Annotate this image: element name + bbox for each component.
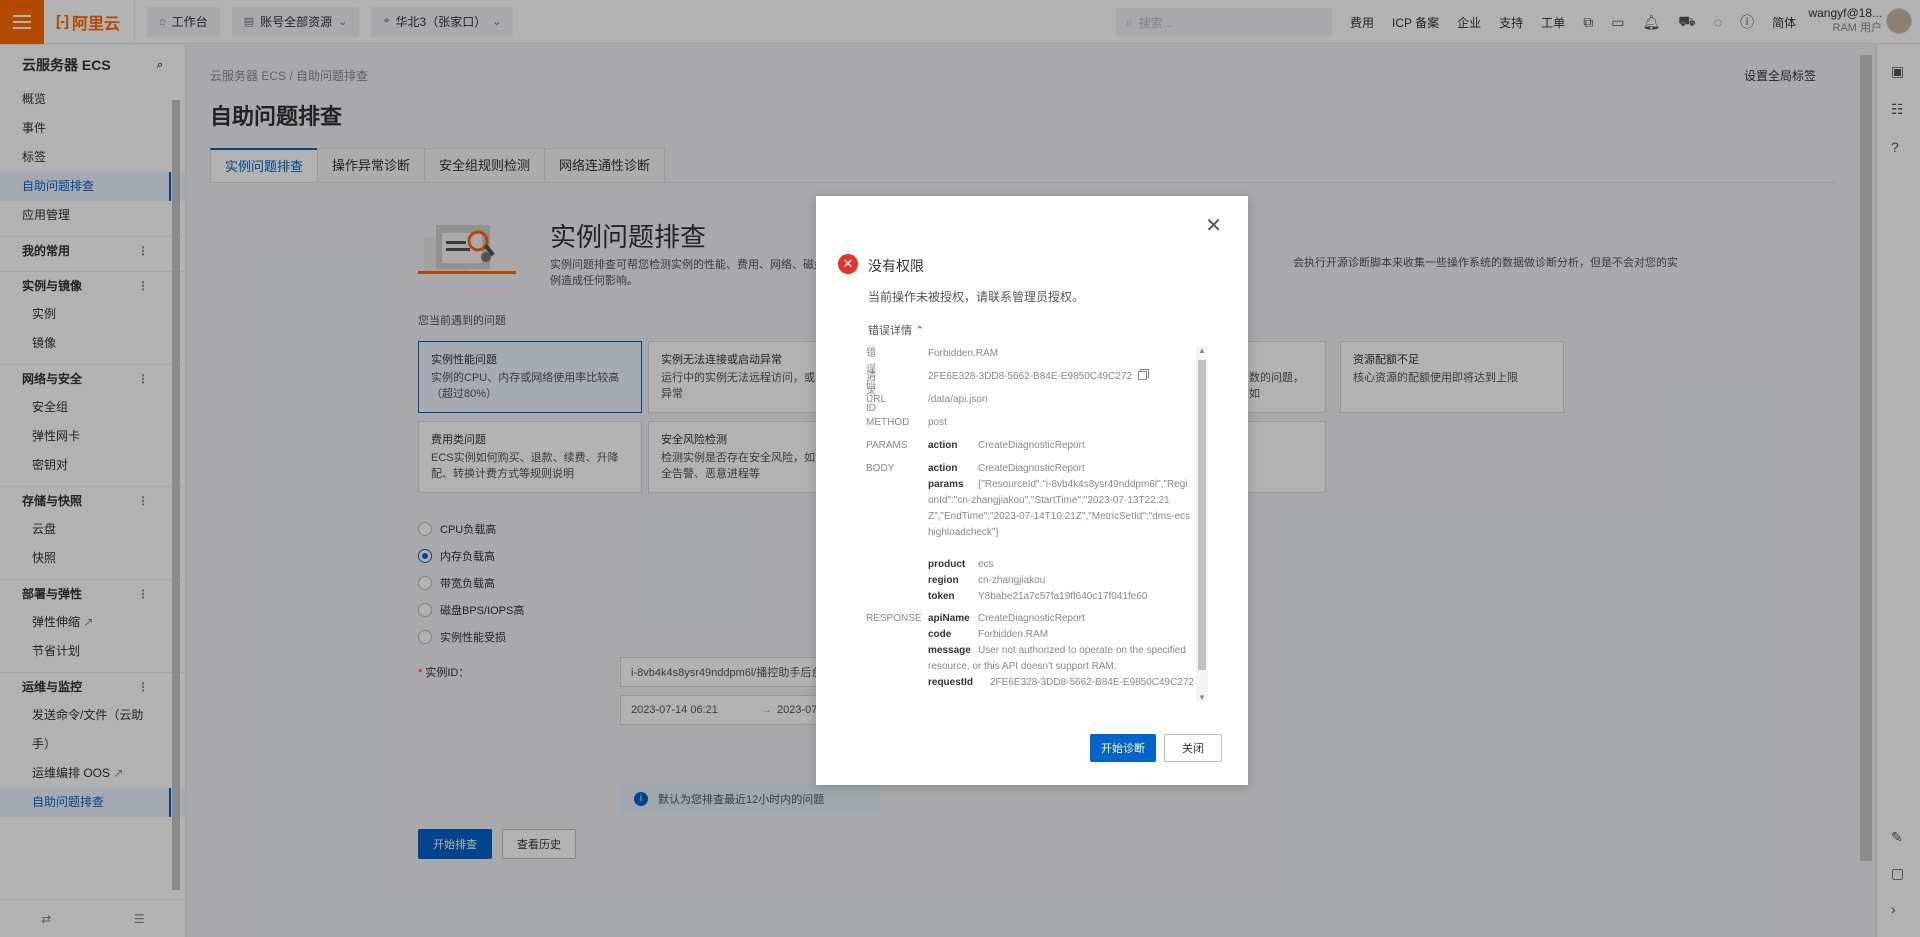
- response-value: 2FE6E328-3DD8-5662-B84E-E9850C49C272: [990, 677, 1195, 688]
- copy-icon[interactable]: [1138, 371, 1148, 380]
- body-key: region: [928, 575, 959, 586]
- param-key: action: [928, 440, 958, 451]
- body-key: action: [928, 463, 958, 474]
- response-key: requestId: [928, 677, 974, 688]
- label-url: URL: [866, 394, 887, 405]
- label-body: BODY: [866, 463, 895, 474]
- url-value: /data/api.json: [928, 394, 988, 405]
- body-params-value: {"ResourceId":"i-8vb4k4s8ysr49nddpm6l","…: [928, 479, 1191, 538]
- scroll-up-icon[interactable]: ▲: [1198, 346, 1206, 355]
- error-detail-toggle[interactable]: 错误详情 ⌃: [868, 322, 924, 338]
- response-message-value: User not authorized to operate on the sp…: [928, 645, 1186, 672]
- body-value: cn-zhangjiakou: [978, 575, 1046, 586]
- body-key: token: [928, 591, 955, 602]
- response-value: CreateDiagnosticReport: [978, 613, 1085, 624]
- method-value: post: [928, 417, 947, 428]
- detail-scrollbar[interactable]: ▲ ▼: [1196, 346, 1208, 702]
- chevron-up-icon: ⌃: [915, 325, 925, 337]
- label-method: METHOD: [866, 417, 910, 428]
- dialog-close-button[interactable]: 关闭: [1164, 734, 1222, 762]
- body-key: product: [928, 559, 966, 570]
- response-key: code: [928, 629, 952, 640]
- error-code: Forbidden.RAM: [928, 348, 999, 359]
- close-icon[interactable]: ✕: [1205, 216, 1222, 236]
- param-value: CreateDiagnosticReport: [978, 440, 1085, 451]
- label-params: PARAMS: [866, 440, 908, 451]
- error-detail-panel: 错误码 Forbidden.RAM 请求 ID 2FE6E328-3DD8-56…: [866, 346, 1210, 702]
- start-diagnosis-button[interactable]: 开始诊断: [1090, 734, 1156, 762]
- body-value: Y8babe21a7c57fa19ff640c17f041fe60: [978, 591, 1148, 602]
- body-value: CreateDiagnosticReport: [978, 463, 1085, 474]
- request-id-value: 2FE6E328-3DD8-5662-B84E-E9850C49C272: [928, 369, 1188, 385]
- body-value: ecs: [978, 559, 994, 570]
- response-key: apiName: [928, 613, 970, 624]
- dialog-message: 当前操作未被授权，请联系管理员授权。: [868, 290, 1085, 304]
- response-value: Forbidden.RAM: [978, 629, 1049, 640]
- permission-error-dialog: ✕ ✕ 没有权限 当前操作未被授权，请联系管理员授权。 错误详情 ⌃ 错误码 F…: [816, 196, 1248, 785]
- scroll-down-icon[interactable]: ▼: [1198, 693, 1206, 702]
- dialog-title: 没有权限: [868, 258, 924, 274]
- error-icon: ✕: [838, 254, 858, 274]
- label-response: RESPONSE: [866, 613, 922, 624]
